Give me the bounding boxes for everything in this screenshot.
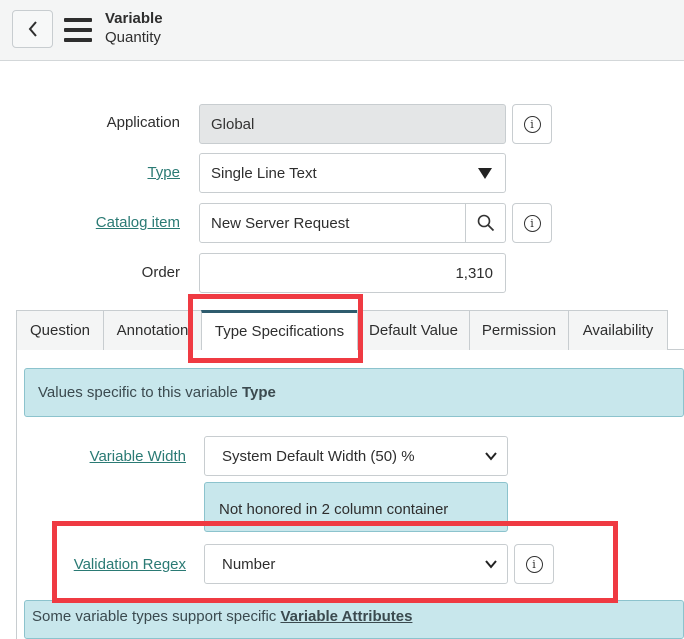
chevron-left-icon (28, 21, 37, 37)
chevron-down-icon (485, 452, 497, 461)
info-icon: i (523, 214, 541, 232)
tab-default-value[interactable]: Default Value (357, 310, 470, 350)
type-info-text: Values specific to this variable (38, 384, 238, 401)
order-value: 1,310 (455, 264, 493, 282)
type-info-message: Values specific to this variable Type (24, 368, 684, 417)
variable-attributes-link[interactable]: Variable Attributes (280, 608, 412, 625)
form-header: Variable Quantity (0, 0, 684, 61)
order-label: Order (141, 264, 180, 281)
tab-permission[interactable]: Permission (469, 310, 569, 350)
variable-attributes-message: Some variable types support specific Var… (24, 600, 684, 639)
hamburger-menu-icon[interactable] (64, 18, 92, 42)
catalog-item-info-button[interactable]: i (512, 203, 552, 243)
order-field[interactable]: 1,310 (199, 253, 506, 293)
tab-question[interactable]: Question (16, 310, 104, 350)
highlight-box-regex (52, 521, 618, 603)
highlight-box-tab (188, 294, 363, 363)
variable-width-select[interactable]: System Default Width (50) % (204, 436, 508, 476)
tab-availability[interactable]: Availability (568, 310, 668, 350)
type-label-link[interactable]: Type (60, 164, 180, 181)
catalog-item-search-button[interactable] (465, 203, 506, 243)
page-title: Variable (105, 10, 163, 27)
catalog-item-label-link[interactable]: Catalog item (60, 214, 180, 231)
type-info-bold: Type (242, 384, 276, 401)
variable-width-value: System Default Width (50) % (222, 447, 415, 465)
type-select-value: Single Line Text (211, 164, 317, 182)
catalog-item-field[interactable]: New Server Request (199, 203, 506, 243)
application-info-button[interactable]: i (512, 104, 552, 144)
catalog-item-value: New Server Request (211, 214, 350, 232)
search-icon (477, 214, 495, 232)
application-field: Global (199, 104, 506, 144)
back-button[interactable] (12, 10, 53, 48)
page-subtitle: Quantity (105, 29, 161, 46)
type-select[interactable]: Single Line Text (199, 153, 506, 193)
application-label: Application (106, 114, 180, 131)
variable-attributes-text: Some variable types support specific (32, 608, 277, 625)
info-icon: i (523, 115, 541, 133)
variable-width-label-link[interactable]: Variable Width (40, 448, 186, 465)
caret-down-icon (478, 168, 492, 179)
